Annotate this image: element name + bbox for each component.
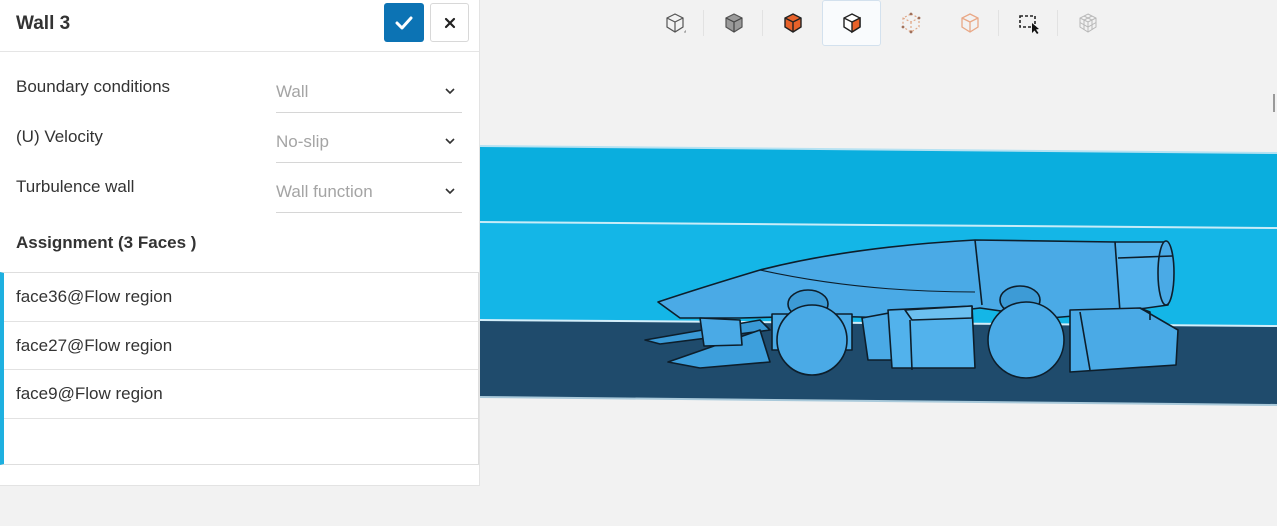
velocity-select[interactable]: No-slip: [276, 120, 462, 163]
select-value: Wall function: [276, 182, 373, 201]
mesh-view-icon: [1079, 13, 1096, 33]
toolbar-button-select-point[interactable]: [940, 0, 999, 46]
toolbar-button-select-edge[interactable]: [881, 0, 940, 46]
solid-cube-icon: [724, 13, 743, 33]
list-item[interactable]: face27@Flow region: [4, 322, 478, 370]
assignment-title: Assignment (3 Faces ): [16, 233, 197, 252]
toolbar-button-select-volume[interactable]: [763, 0, 822, 46]
box-select-icon: [1018, 15, 1039, 34]
select-value: No-slip: [276, 132, 329, 151]
list-item[interactable]: face9@Flow region: [4, 370, 478, 419]
toolbar-button-select-face[interactable]: [822, 0, 881, 46]
panel-title: Wall 3: [16, 13, 71, 34]
close-icon: [444, 17, 455, 28]
confirm-button[interactable]: [384, 3, 424, 42]
toolbar-button-solid[interactable]: [704, 0, 763, 46]
toolbar-button-wireframe[interactable]: [645, 0, 704, 46]
chevron-down-icon: [445, 138, 455, 145]
select-volume-icon: [783, 13, 802, 33]
chevron-down-icon: [445, 188, 455, 195]
close-button[interactable]: [430, 3, 469, 42]
boundary-condition-panel: Wall 3 Boundary conditions Wall (U) Velo…: [0, 0, 480, 486]
toolbar-button-box-select[interactable]: [999, 0, 1058, 46]
field-velocity: (U) Velocity No-slip: [0, 112, 480, 163]
field-label: Turbulence wall: [16, 177, 135, 196]
field-turbulence-wall: Turbulence wall Wall function: [0, 162, 480, 213]
toolbar-button-mesh-view[interactable]: [1058, 0, 1117, 46]
select-value: Wall: [276, 82, 309, 101]
panel-header: Wall 3: [0, 0, 479, 52]
turbulence-wall-select[interactable]: Wall function: [276, 170, 462, 213]
wireframe-cube-icon: [665, 13, 686, 33]
checkmark-icon: [395, 16, 413, 29]
field-label: Boundary conditions: [16, 77, 171, 96]
field-label: (U) Velocity: [16, 127, 103, 146]
chevron-down-icon: [445, 88, 455, 95]
list-item[interactable]: face36@Flow region: [4, 273, 478, 322]
select-face-icon: [842, 13, 861, 34]
view-toolbar: [645, 0, 1117, 46]
select-edge-icon: [901, 12, 920, 34]
field-boundary-conditions: Boundary conditions Wall: [0, 62, 480, 113]
select-point-icon: [960, 13, 979, 33]
boundary-conditions-select[interactable]: Wall: [276, 70, 462, 113]
list-item-empty[interactable]: [4, 419, 478, 468]
assignment-list[interactable]: face36@Flow region face27@Flow region fa…: [0, 272, 479, 465]
